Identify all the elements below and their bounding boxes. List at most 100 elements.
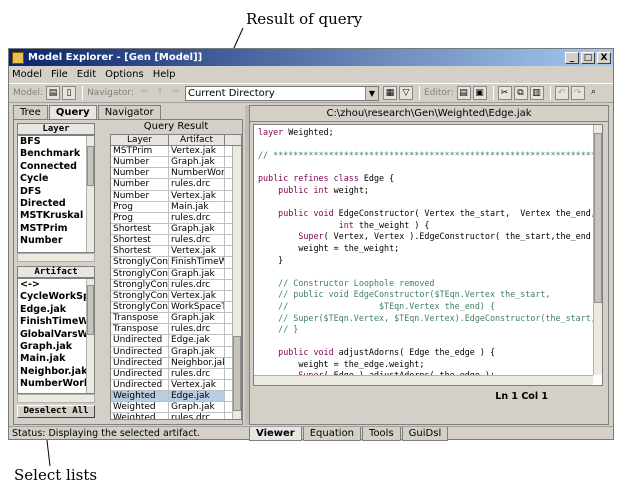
code-hscrollbar[interactable] (254, 375, 593, 385)
menu-edit[interactable]: Edit (77, 69, 96, 80)
cell-artifact: rules.drc (169, 324, 225, 335)
table-row[interactable]: Number Graph.jak (111, 157, 241, 169)
list-item[interactable]: <-> (18, 279, 94, 291)
close-button[interactable]: X (597, 51, 611, 64)
copy-icon[interactable]: ⧉ (513, 86, 528, 100)
table-row[interactable]: Undirected Graph.jak (111, 346, 241, 358)
chevron-down-icon[interactable]: ▼ (364, 86, 378, 100)
table-row[interactable]: Weighted Edge.jak (111, 391, 241, 403)
cell-artifact: NumberWork... (171, 168, 225, 179)
list-item[interactable]: Edge.jak (18, 304, 94, 316)
model-label: Model: (13, 88, 44, 98)
list-item[interactable]: FinishTimeWorkS (18, 316, 94, 328)
artifact-list-hscrollbar[interactable] (17, 394, 95, 403)
table-row[interactable]: StronglyConn...rules.drc (111, 279, 241, 291)
table-row[interactable]: StronglyConn...WorkSpaceT... (111, 301, 241, 314)
layer-list-scrollbar[interactable] (86, 136, 94, 252)
table-row[interactable]: StronglyConn...Graph.jak (111, 268, 241, 280)
cell-layer: Transpose (111, 313, 169, 324)
table-row[interactable]: Undirected Vertex.jak (111, 379, 241, 392)
menu-file[interactable]: File (51, 69, 68, 80)
window-title: Model Explorer - [Gen [Model]] (28, 52, 203, 63)
cell-artifact: Graph.jak (169, 313, 225, 324)
forward-arrow-icon[interactable]: ⇨ (169, 86, 183, 100)
artifact-list[interactable]: <->CycleWorkSpaceEdge.jakFinishTimeWorkS… (17, 278, 95, 394)
list-item[interactable]: Neighbor.jak (18, 366, 94, 378)
code-editor[interactable]: layer Weighted; // *********************… (253, 124, 603, 386)
chart-icon[interactable]: ▦ (382, 86, 397, 100)
open-folder-icon[interactable]: ▤ (46, 86, 61, 100)
tab-tree[interactable]: Tree (13, 105, 48, 119)
table-row[interactable]: Number rules.drc (111, 179, 241, 191)
tab-query[interactable]: Query (48, 105, 97, 119)
table-row[interactable]: NumberNumberWork... (111, 168, 241, 180)
table-row[interactable]: Weighted rules.drc (111, 413, 241, 419)
code-text: layer Weighted; // *********************… (258, 127, 603, 385)
table-row[interactable]: Prog Main.jak (111, 201, 241, 213)
layer-list-hscrollbar[interactable] (17, 253, 95, 262)
table-row[interactable]: Transpose Graph.jak (111, 313, 241, 325)
select-lists-column: Layer BFS Benchmark Connected Cycle DFS Direc… (17, 123, 95, 421)
undo-icon[interactable]: ↶ (554, 86, 569, 100)
query-result-table[interactable]: Layer Artifact MSTPrim Vertex.jak Number Gr… (110, 134, 242, 420)
list-item[interactable]: Main.jak (18, 353, 94, 365)
navigator-select-value: Current Directory (187, 87, 275, 99)
table-row[interactable]: Shortest Graph.jak (111, 223, 241, 236)
navigator-select[interactable]: Current Directory ▼ (184, 85, 379, 101)
cell-layer: Weighted (111, 413, 169, 419)
table-row[interactable]: Undirected rules.drc (111, 368, 241, 380)
cell-artifact: Graph.jak (169, 157, 225, 168)
list-item[interactable]: CycleWorkSpace (18, 291, 94, 303)
document-icon[interactable]: ▯ (62, 86, 77, 100)
artifact-list-header: Artifact (17, 266, 95, 278)
query-result-scrollbar[interactable] (232, 146, 241, 419)
list-item[interactable]: MSTKruskal (18, 210, 94, 222)
table-row[interactable]: Weighted Graph.jak (111, 402, 241, 414)
list-item[interactable]: Connected (18, 161, 94, 173)
deselect-all-button[interactable]: Deselect All (17, 405, 95, 418)
list-item[interactable]: NumberWorkSpa (18, 378, 94, 390)
cut-icon[interactable]: ✂ (497, 86, 512, 100)
filter-icon[interactable]: ▽ (398, 86, 413, 100)
table-row[interactable]: Number Vertex.jak (111, 190, 241, 202)
column-header-layer[interactable]: Layer (111, 135, 169, 145)
artifact-list-scrollbar[interactable] (86, 279, 94, 393)
menu-bar: Model File Edit Options Help (9, 66, 613, 83)
toolbar: Model: ▤ ▯ Navigator: ⇦ ⇧ ⇨ Current Dire… (9, 83, 613, 103)
tab-navigator[interactable]: Navigator (97, 105, 161, 119)
back-arrow-icon[interactable]: ⇦ (137, 86, 151, 100)
menu-help[interactable]: Help (153, 69, 176, 80)
list-item[interactable]: BFS (18, 136, 94, 148)
table-row[interactable]: Undirected Neighbor.jak (111, 357, 241, 369)
list-item[interactable]: Directed (18, 198, 94, 210)
list-item[interactable]: Cycle (18, 173, 94, 185)
cell-layer: Weighted (111, 391, 169, 402)
up-arrow-icon[interactable]: ⇧ (153, 86, 167, 100)
menu-model[interactable]: Model (12, 69, 42, 80)
table-row[interactable]: StronglyConn...FinishTimeW... (111, 257, 241, 269)
table-row[interactable]: StronglyConn...Vertex.jak (111, 290, 241, 302)
open-file-icon[interactable]: ▤ (456, 86, 471, 100)
layer-list[interactable]: BFS Benchmark Connected Cycle DFS Directed MST… (17, 135, 95, 253)
list-item[interactable]: DFS (18, 186, 94, 198)
column-header-artifact[interactable]: Artifact (169, 135, 225, 145)
table-row[interactable]: MSTPrim Vertex.jak (111, 146, 241, 158)
list-item[interactable]: Benchmark (18, 148, 94, 160)
table-row[interactable]: Shortest rules.drc (111, 235, 241, 247)
minimize-button[interactable]: _ (565, 51, 579, 64)
table-row[interactable]: Prog rules.drc (111, 212, 241, 224)
table-row[interactable]: Transpose rules.drc (111, 324, 241, 336)
list-item[interactable]: Graph.jak (18, 341, 94, 353)
paste-icon[interactable]: ▥ (529, 86, 544, 100)
list-item[interactable]: GlobalVarsWrapp (18, 329, 94, 341)
list-item[interactable]: MSTPrim (18, 223, 94, 235)
table-row[interactable]: Shortest Vertex.jak (111, 246, 241, 258)
code-vscrollbar[interactable] (593, 125, 602, 375)
list-item[interactable]: Number (18, 235, 94, 247)
menu-options[interactable]: Options (105, 69, 144, 80)
table-row[interactable]: Undirected Edge.jak (111, 335, 241, 347)
save-icon[interactable]: ▣ (472, 86, 487, 100)
redo-icon[interactable]: ↷ (570, 86, 585, 100)
maximize-button[interactable]: □ (581, 51, 595, 64)
find-binoculars-icon[interactable]: ⌕ (587, 86, 601, 100)
